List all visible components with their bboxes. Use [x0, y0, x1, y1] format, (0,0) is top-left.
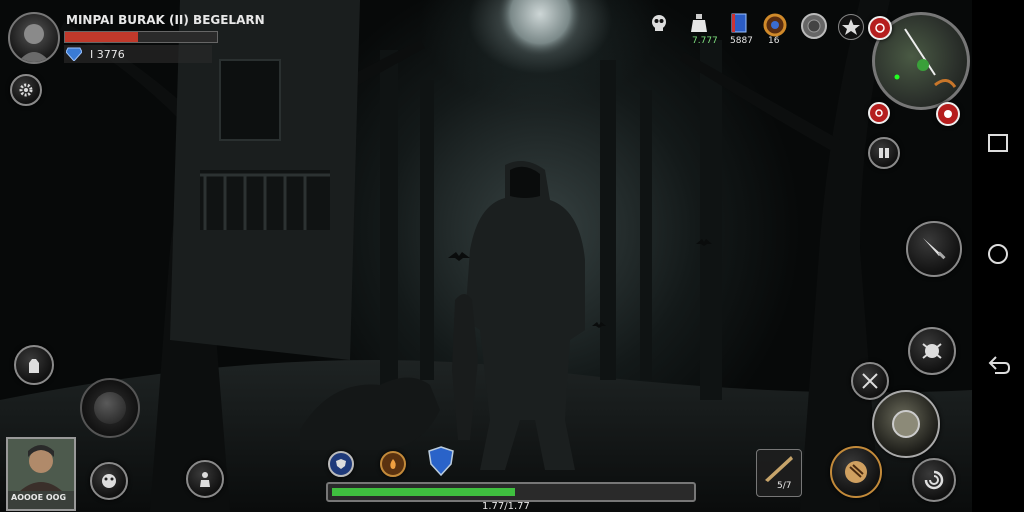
home-button[interactable]: [988, 244, 1008, 264]
amulet-icon: [763, 13, 787, 37]
movement-joystick[interactable]: [80, 378, 140, 438]
player-avatar[interactable]: [8, 12, 60, 64]
potion-icon: [691, 14, 707, 32]
pause-icon: [879, 148, 889, 158]
dagger-icon: [923, 238, 946, 260]
resource-potion[interactable]: 7.777: [688, 12, 728, 46]
buff-fire[interactable]: [380, 451, 406, 477]
resource-amulet[interactable]: 16: [762, 12, 798, 46]
resource-skull[interactable]: [648, 12, 678, 38]
game-screen: MINPAI BURAK (II) BEGELARN I 3776 7.777 …: [0, 0, 1024, 512]
minimap-marker-top[interactable]: [868, 16, 892, 40]
stamina-bar-fill: [332, 488, 515, 496]
health-bar-fill: [65, 32, 138, 42]
main-action-button[interactable]: [872, 390, 940, 458]
quest-button[interactable]: [838, 14, 864, 40]
emote-button[interactable]: [90, 462, 128, 500]
minimap-marker-right[interactable]: [936, 102, 960, 126]
minimap-marker-left[interactable]: [868, 102, 890, 124]
resource-bar: 7.777 5887 16: [648, 12, 878, 52]
interact-button[interactable]: [14, 345, 54, 385]
potion-count: 7.777: [692, 36, 718, 46]
companion-portrait[interactable]: AOOOE OOG: [6, 437, 76, 511]
flame-icon: [390, 459, 396, 469]
claw-icon: [845, 461, 867, 483]
fist-icon: [892, 410, 920, 438]
companion-label: AOOOE OOG: [11, 493, 67, 502]
level-strip: [64, 45, 212, 63]
level-value: I 3776: [90, 48, 125, 61]
dodge-button[interactable]: [912, 458, 956, 502]
recent-apps-button[interactable]: [988, 134, 1008, 152]
amulet-count: 16: [768, 36, 780, 46]
system-nav-bar: [972, 0, 1024, 512]
crouch-button[interactable]: [186, 460, 224, 498]
gem-icon: [66, 47, 82, 61]
joystick-knob[interactable]: [94, 392, 126, 424]
person-icon: [200, 472, 210, 487]
shield-icon: [336, 459, 346, 469]
target-icon: [875, 23, 885, 33]
cancel-skill-button[interactable]: [851, 362, 889, 400]
gear-icon: [19, 83, 33, 97]
stamina-label: 1.77/1.77: [482, 501, 530, 512]
paw-icon: [102, 474, 116, 488]
pentagram-icon: [842, 19, 860, 35]
health-bar: [64, 31, 218, 43]
buff-shield-large[interactable]: [428, 446, 454, 477]
blue-shield-icon: [428, 446, 454, 477]
coin-icon: [801, 13, 827, 39]
crossed-swords-icon: [862, 373, 878, 389]
weapon-slot[interactable]: 5/7: [756, 449, 802, 497]
back-icon[interactable]: [987, 354, 1011, 376]
book-count: 5887: [730, 36, 753, 46]
forest-scene: [0, 0, 972, 512]
buff-shield-small[interactable]: [328, 451, 354, 477]
swirl-icon: [924, 470, 944, 490]
ring-icon: [875, 109, 883, 117]
player-name: MINPAI BURAK (II) BEGELARN: [66, 13, 265, 27]
weapon-slot-count: 5/7: [777, 481, 792, 491]
companion-face-icon: [8, 439, 74, 491]
beast-icon: [922, 343, 942, 359]
book-icon: [731, 13, 747, 33]
hand-icon: [29, 359, 39, 373]
player-portrait-icon: [18, 24, 50, 62]
special-attack-button[interactable]: [830, 446, 882, 498]
moon: [498, 0, 582, 56]
stamina-bar: [326, 482, 696, 502]
pause-button[interactable]: [868, 137, 900, 169]
minimap-panel: [868, 10, 970, 126]
compass-icon: [944, 110, 952, 118]
attack-skill-button[interactable]: [906, 221, 962, 277]
resource-coin[interactable]: [800, 12, 830, 44]
settings-button[interactable]: [10, 74, 42, 106]
ability-button[interactable]: [908, 327, 956, 375]
skull-icon: [652, 15, 666, 31]
